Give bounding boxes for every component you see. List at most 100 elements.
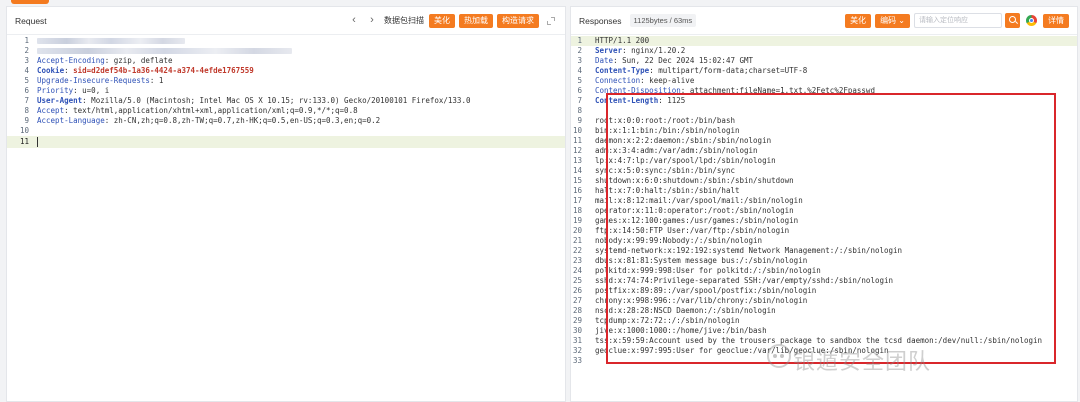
- code-line: 33: [571, 356, 1077, 366]
- line-text: games:x:12:100:games:/usr/games:/sbin/no…: [595, 216, 1077, 226]
- code-line: 7 Content-Length: 1125: [571, 96, 1077, 106]
- header-value: : 1125: [658, 96, 686, 105]
- line-number: 7: [577, 96, 582, 105]
- line-number: 5: [24, 76, 29, 85]
- header-name: Content-Type: [595, 66, 650, 75]
- body-text: operator:x:11:0:operator:/root:/sbin/nol…: [595, 206, 794, 215]
- header-name: Content-Length: [595, 96, 659, 105]
- header-name: Content-Disposition: [595, 86, 681, 95]
- header-value: : nginx/1.20.2: [622, 46, 686, 55]
- redacted-text: [37, 48, 292, 54]
- line-text: adm:x:3:4:adm:/var/adm:/sbin/nologin: [595, 146, 1077, 156]
- line-number: 26: [572, 286, 582, 295]
- code-line: 9 Accept-Language: zh-CN,zh;q=0.8,zh-TW;q…: [7, 116, 565, 126]
- line-number: 8: [577, 106, 582, 115]
- code-line: 5 Connection: keep-alive: [571, 76, 1077, 86]
- header-name: Priority: [37, 86, 74, 95]
- line-number: 17: [572, 196, 582, 205]
- code-line: 16 halt:x:7:0:halt:/sbin:/sbin/halt: [571, 186, 1077, 196]
- line-text: Cookie: sid=d2def54b-1a36-4424-a374-4efd…: [37, 66, 565, 76]
- beautify-button[interactable]: 美化: [429, 13, 455, 28]
- line-text: systemd-network:x:192:192:systemd Networ…: [595, 246, 1077, 256]
- header-value: : 1: [149, 76, 164, 85]
- build-request-button[interactable]: 构造请求: [497, 13, 539, 28]
- cookie-value: sid=d2def54b-1a36-4424-a374-4efde1767559: [73, 66, 254, 75]
- line-text: Connection: keep-alive: [595, 76, 1077, 86]
- line-number: 10: [572, 126, 582, 135]
- body-text: root:x:0:0:root:/root:/bin/bash: [595, 116, 735, 125]
- code-line: 1 HTTP/1.1 200: [571, 36, 1077, 46]
- line-text: bin:x:1:1:bin:/bin:/sbin/nologin: [595, 126, 1077, 136]
- code-line: 4 Content-Type: multipart/form-data;chars…: [571, 66, 1077, 76]
- code-line: 22 systemd-network:x:192:192:systemd Netw…: [571, 246, 1077, 256]
- request-title: Request: [15, 15, 47, 26]
- code-line: 26 postfix:x:89:89::/var/spool/postfix:/s…: [571, 286, 1077, 296]
- code-line: 11: [7, 136, 565, 148]
- header-value: : Mozilla/5.0 (Macintosh; Intel Mac OS X…: [82, 96, 471, 105]
- chevron-right-icon[interactable]: ›: [366, 15, 378, 26]
- code-line: 3 Date: Sun, 22 Dec 2024 15:02:47 GMT: [571, 56, 1077, 66]
- code-line: 11 daemon:x:2:2:daemon:/sbin:/sbin/nologi…: [571, 136, 1077, 146]
- line-text: lp:x:4:7:lp:/var/spool/lpd:/sbin/nologin: [595, 156, 1077, 166]
- body-text: nscd:x:28:28:NSCD Daemon:/:/sbin/nologin: [595, 306, 776, 315]
- body-text: systemd-network:x:192:192:systemd Networ…: [595, 246, 903, 255]
- expand-icon[interactable]: [545, 15, 557, 27]
- code-line: 13 lp:x:4:7:lp:/var/spool/lpd:/sbin/nolog…: [571, 156, 1077, 166]
- hot-reload-button[interactable]: 热加载: [459, 13, 493, 28]
- code-line: 8: [571, 106, 1077, 116]
- line-number: 4: [577, 66, 582, 75]
- line-number: 19: [572, 216, 582, 225]
- line-number: 2: [24, 46, 29, 55]
- request-toolbar: Request ‹ › 数据包扫描 美化 热加载 构造请求: [7, 7, 565, 35]
- header-name: Server: [595, 46, 623, 55]
- body-text: postfix:x:89:89::/var/spool/postfix:/sbi…: [595, 286, 817, 295]
- line-number: 13: [572, 156, 582, 165]
- line-text: Accept: text/html,application/xhtml+xml,…: [37, 106, 565, 116]
- body-text: ftp:x:14:50:FTP User:/var/ftp:/sbin/nolo…: [595, 226, 790, 235]
- chevron-down-icon: ⌄: [898, 15, 905, 25]
- body-text: chrony:x:998:996::/var/lib/chrony:/sbin/…: [595, 296, 808, 305]
- line-number: 4: [24, 66, 29, 75]
- body-text: dbus:x:81:81:System message bus:/:/sbin/…: [595, 256, 808, 265]
- code-line: 3 Accept-Encoding: gzip, deflate: [7, 56, 565, 66]
- line-number: 9: [577, 116, 582, 125]
- beautify-button[interactable]: 美化: [845, 13, 872, 28]
- line-number: 18: [572, 206, 582, 215]
- line-number: 14: [572, 166, 582, 175]
- line-text: HTTP/1.1 200: [595, 36, 1077, 46]
- code-line: 14 sync:x:5:0:sync:/sbin:/bin/sync: [571, 166, 1077, 176]
- response-panel: Responses 1125bytes / 63ms 美化 编码 ⌄ 详情 1 H…: [570, 6, 1078, 402]
- code-line: 1: [7, 36, 565, 46]
- line-number: 10: [19, 126, 29, 135]
- detail-button[interactable]: 详情: [1043, 13, 1069, 28]
- line-text: Content-Disposition: attachment;fileName…: [595, 86, 1077, 96]
- active-top-tab[interactable]: [11, 0, 49, 4]
- code-line: 8 Accept: text/html,application/xhtml+xml…: [7, 106, 565, 116]
- packet-scan-button[interactable]: 数据包扫描: [384, 15, 424, 26]
- encoding-dropdown[interactable]: 编码 ⌄: [875, 13, 910, 28]
- body-text: geoclue:x:997:995:User for geoclue:/var/…: [595, 346, 889, 355]
- code-line: 27 chrony:x:998:996::/var/lib/chrony:/sbi…: [571, 296, 1077, 306]
- code-line: 12 adm:x:3:4:adm:/var/adm:/sbin/nologin: [571, 146, 1077, 156]
- code-line: 15 shutdown:x:6:0:shutdown:/sbin:/sbin/sh…: [571, 176, 1077, 186]
- line-text: jive:x:1000:1000::/home/jive:/bin/bash: [595, 326, 1077, 336]
- line-number: 27: [572, 296, 582, 305]
- response-search-input[interactable]: [914, 13, 1002, 28]
- header-name: Connection: [595, 76, 641, 85]
- line-number: 30: [572, 326, 582, 335]
- line-text: Date: Sun, 22 Dec 2024 15:02:47 GMT: [595, 56, 1077, 66]
- line-number: 8: [24, 106, 29, 115]
- request-editor[interactable]: 1 2 3 Accept-Encoding: gzip, deflate 4 Cookie…: [7, 36, 565, 401]
- response-viewer[interactable]: 1 HTTP/1.1 200 2 Server: nginx/1.20.2 3 Date:…: [571, 36, 1077, 401]
- code-line: 2 Server: nginx/1.20.2: [571, 46, 1077, 56]
- chevron-left-icon[interactable]: ‹: [348, 15, 360, 26]
- line-number: 16: [572, 186, 582, 195]
- code-line: 10: [7, 126, 565, 136]
- line-number: 21: [572, 236, 582, 245]
- line-text: [37, 126, 565, 136]
- encoding-label: 编码: [880, 15, 897, 25]
- line-number: 12: [572, 146, 582, 155]
- chrome-icon[interactable]: [1026, 15, 1037, 26]
- search-icon[interactable]: [1005, 13, 1020, 28]
- code-line: 19 games:x:12:100:games:/usr/games:/sbin/…: [571, 216, 1077, 226]
